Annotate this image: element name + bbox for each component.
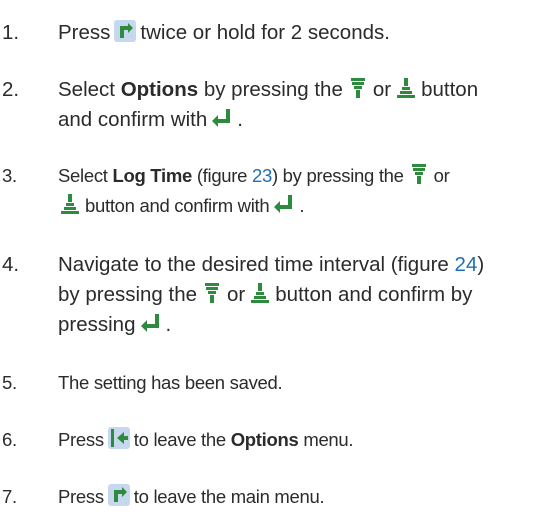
menu-key-icon xyxy=(107,483,131,507)
step-number: 5. xyxy=(2,372,17,393)
down-arrow-key-icon xyxy=(200,281,224,305)
log-time-term: Log Time xyxy=(112,165,192,186)
back-key-icon xyxy=(107,426,131,450)
down-arrow-key-icon xyxy=(407,162,431,186)
enter-key-icon xyxy=(210,106,234,130)
options-term: Options xyxy=(120,78,199,101)
options-term: Options xyxy=(230,429,299,450)
figure-reference-link[interactable]: 24 xyxy=(455,253,478,276)
figure-reference-link[interactable]: 23 xyxy=(252,165,272,186)
step-number: 2. xyxy=(2,78,20,101)
step-number: 7. xyxy=(2,486,17,507)
up-arrow-key-icon xyxy=(248,281,272,305)
up-arrow-key-icon xyxy=(58,192,82,216)
up-arrow-key-icon xyxy=(394,76,418,100)
step-number: 1. xyxy=(2,21,20,44)
enter-key-icon xyxy=(139,311,163,335)
step-number: 3. xyxy=(2,165,17,186)
step-number: 4. xyxy=(2,253,20,276)
step-number: 6. xyxy=(2,429,17,450)
enter-key-icon xyxy=(272,192,296,216)
menu-key-icon xyxy=(113,19,137,43)
down-arrow-key-icon xyxy=(346,76,370,100)
